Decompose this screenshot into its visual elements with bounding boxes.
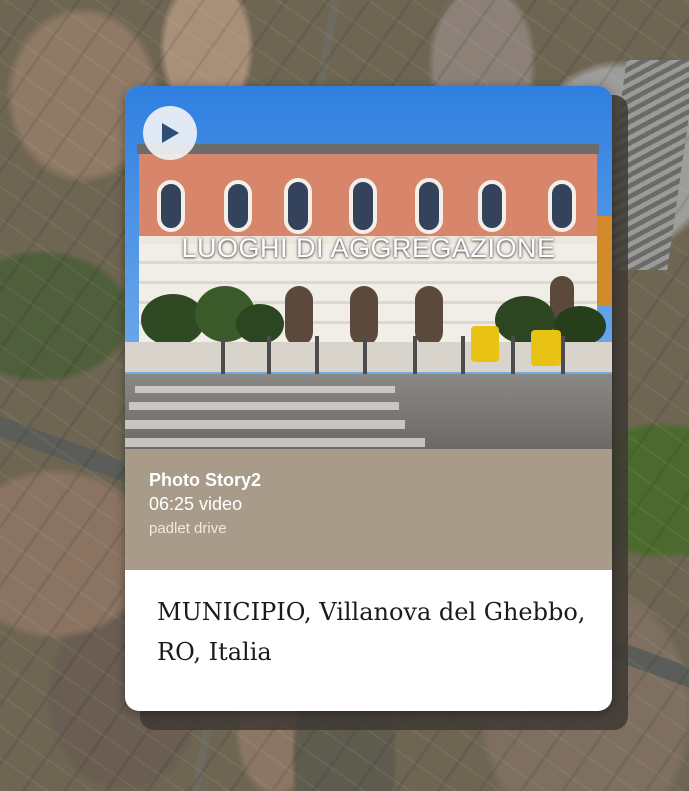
play-button[interactable] — [143, 106, 197, 160]
attachment-subtitle: 06:25 video — [149, 494, 243, 514]
attachment-title: Photo Story2 — [149, 470, 262, 490]
photo-overlay-title: LUOGHI DI AGGREGAZIONE — [181, 233, 556, 263]
play-icon — [162, 123, 179, 143]
post-photo[interactable]: LUOGHI DI AGGREGAZIONE — [125, 86, 612, 449]
attachment-source: padlet drive — [149, 520, 227, 537]
town-hall-image — [125, 86, 612, 449]
post-caption: MUNICIPIO, Villanova del Ghebbo, RO, Ita… — [157, 598, 586, 666]
attachment-info-panel[interactable]: Photo Story2 06:25 video padlet drive — [125, 449, 612, 570]
post-card[interactable]: LUOGHI DI AGGREGAZIONE Photo Story2 06:2… — [125, 86, 612, 711]
